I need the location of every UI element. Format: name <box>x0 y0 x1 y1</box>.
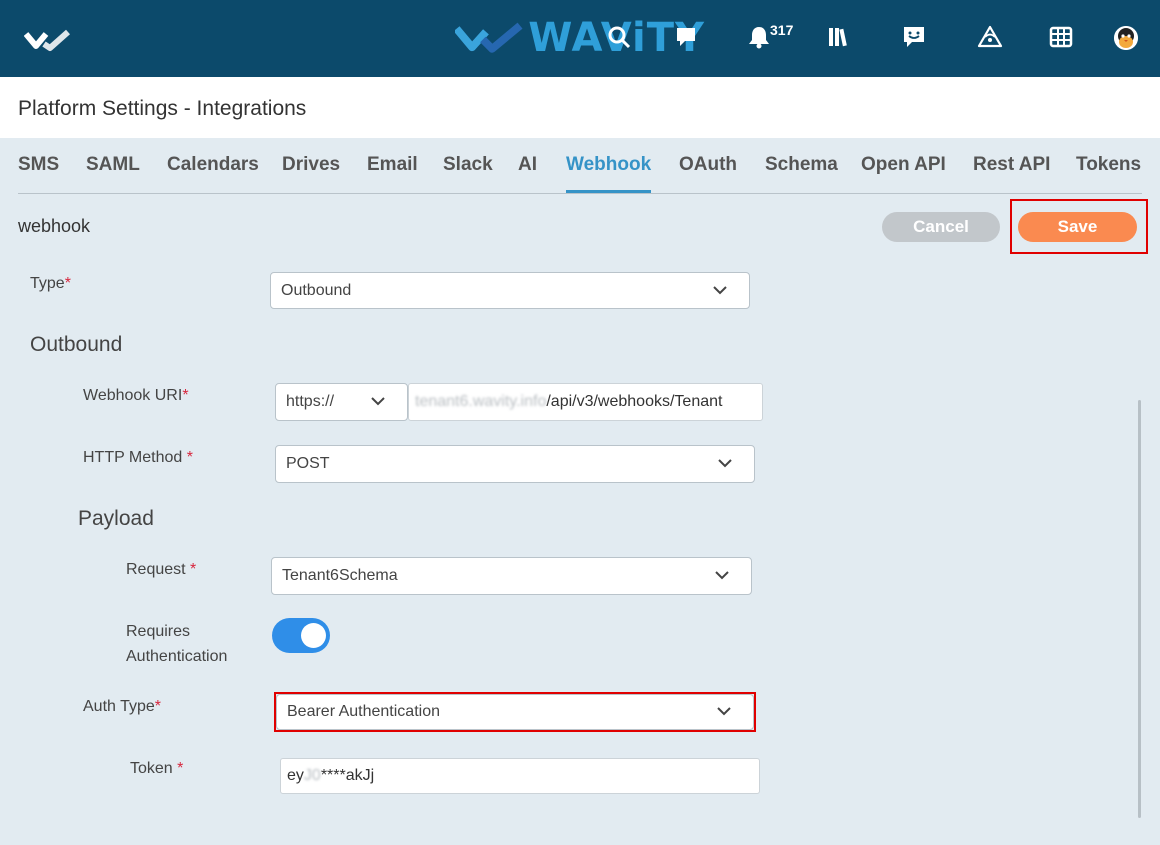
required-marker: * <box>64 275 71 292</box>
integration-tabs: SMS SAML Calendars Drives Email Slack AI… <box>18 138 1142 194</box>
requires-auth-label-line1: Requires <box>126 623 191 640</box>
brand-logo: WAViTY <box>455 16 705 60</box>
token-label: Token * <box>130 756 183 781</box>
cancel-button[interactable]: Cancel <box>882 212 1000 242</box>
tab-schema[interactable]: Schema <box>765 154 838 176</box>
tab-drives[interactable]: Drives <box>282 154 340 176</box>
vertical-scrollbar[interactable] <box>1138 400 1141 818</box>
required-marker: * <box>177 760 184 777</box>
http-method-label-text: HTTP Method <box>83 449 183 466</box>
http-method-select[interactable]: POST <box>275 445 755 483</box>
request-value: Tenant6Schema <box>282 567 398 584</box>
wavity-mark-icon <box>455 22 523 53</box>
token-input[interactable]: ey J0 ****akJj <box>280 758 760 794</box>
notification-count-badge: 317 <box>770 22 794 38</box>
page-header: Platform Settings - Integrations <box>0 77 1160 138</box>
auth-type-label-text: Auth Type <box>83 698 155 715</box>
tab-sms[interactable]: SMS <box>18 154 59 176</box>
http-method-label: HTTP Method * <box>83 445 193 470</box>
grid-icon[interactable] <box>1046 22 1076 52</box>
tab-rest-api[interactable]: Rest API <box>973 154 1050 176</box>
top-bar: WAViTY 317 <box>0 0 1160 77</box>
avatar[interactable] <box>1114 26 1138 50</box>
requires-auth-label-line2: Authentication <box>126 648 228 665</box>
type-select[interactable]: Outbound <box>270 272 750 309</box>
chevron-down-icon <box>718 459 732 468</box>
webhook-uri-label: Webhook URI* <box>83 383 189 408</box>
page-title: Platform Settings - Integrations <box>18 97 307 120</box>
required-marker: * <box>186 449 193 466</box>
required-marker: * <box>190 561 197 578</box>
request-label-text: Request <box>126 561 186 578</box>
token-value-start: ey <box>287 767 304 784</box>
active-tab-indicator <box>566 190 651 193</box>
requires-auth-label: Requires Authentication <box>126 619 227 669</box>
chat-icon[interactable] <box>671 22 701 52</box>
section-label: webhook <box>18 216 91 236</box>
user-avatar-icon <box>1114 26 1138 50</box>
outbound-heading: Outbound <box>30 333 123 356</box>
webhook-uri-input[interactable]: tenant6.wavity.info/api/v3/webhooks/Tena… <box>408 383 763 421</box>
chevron-down-icon <box>713 285 727 294</box>
app-logo-icon[interactable] <box>24 26 78 52</box>
payload-heading: Payload <box>78 507 154 530</box>
type-label-text: Type <box>30 275 65 292</box>
tab-email[interactable]: Email <box>367 154 418 176</box>
webhook-uri-path: /api/v3/webhooks/Tenant <box>546 393 723 410</box>
token-value-rest: ****akJj <box>320 767 375 784</box>
required-marker: * <box>154 698 161 715</box>
feedback-icon[interactable] <box>899 22 929 52</box>
chevron-down-icon <box>715 571 729 580</box>
type-value: Outbound <box>281 281 352 299</box>
protocol-value: https:// <box>286 393 335 410</box>
request-label: Request * <box>126 557 196 582</box>
type-label: Type* <box>30 271 71 296</box>
tab-calendars[interactable]: Calendars <box>167 154 259 176</box>
webhook-uri-label-text: Webhook URI <box>83 387 183 404</box>
token-blurred-part: J0 <box>303 767 321 784</box>
tab-saml[interactable]: SAML <box>86 154 140 176</box>
request-select[interactable]: Tenant6Schema <box>271 557 752 595</box>
library-icon[interactable] <box>824 22 854 52</box>
toggle-knob <box>301 623 326 648</box>
webhook-uri-blurred-host: tenant6.wavity.info <box>415 393 547 410</box>
chevron-down-icon <box>371 397 385 406</box>
tab-webhook[interactable]: Webhook <box>566 154 651 176</box>
auth-type-label: Auth Type* <box>83 694 161 719</box>
http-method-value: POST <box>286 455 330 472</box>
tab-tokens[interactable]: Tokens <box>1076 154 1141 176</box>
save-highlight-box <box>1010 199 1148 254</box>
search-icon[interactable] <box>604 22 634 52</box>
requires-auth-toggle[interactable] <box>272 618 330 653</box>
tab-ai[interactable]: AI <box>518 154 537 176</box>
signal-icon[interactable] <box>975 22 1005 52</box>
required-marker: * <box>182 387 189 404</box>
tab-slack[interactable]: Slack <box>443 154 493 176</box>
auth-type-highlight-box <box>274 692 756 732</box>
protocol-select[interactable]: https:// <box>275 383 408 421</box>
tab-open-api[interactable]: Open API <box>861 154 946 176</box>
tab-oauth[interactable]: OAuth <box>679 154 737 176</box>
token-label-text: Token <box>130 760 173 777</box>
